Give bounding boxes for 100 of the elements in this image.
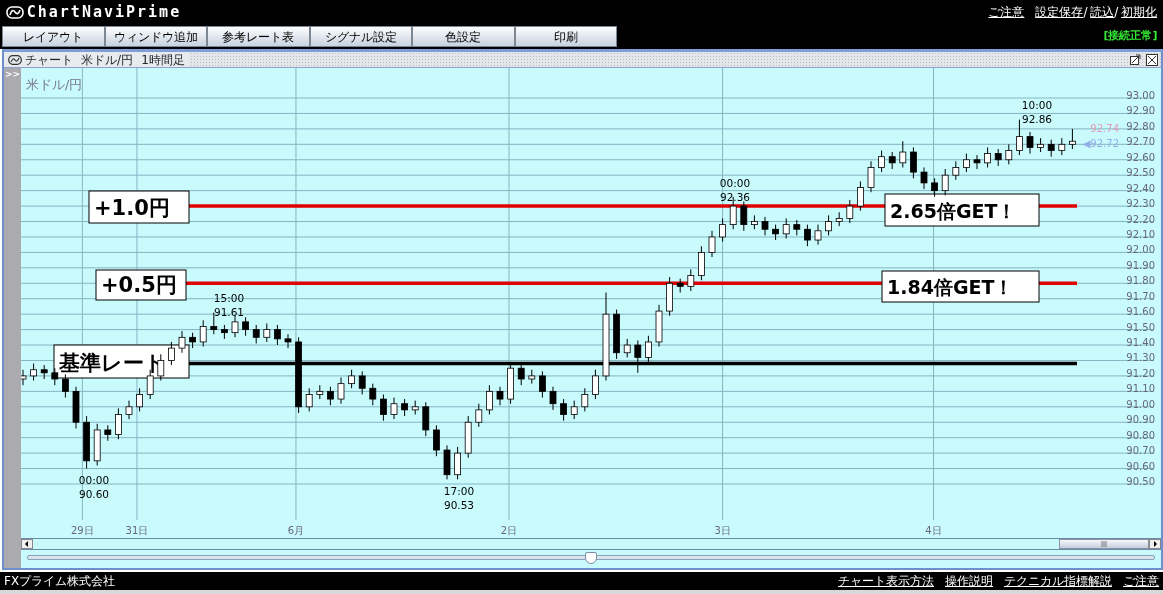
candle — [136, 387, 143, 412]
last-price-label: ◀92.72 — [1082, 138, 1119, 149]
price-label: 91.30 — [1126, 352, 1155, 364]
date-label: 2日 — [500, 525, 518, 536]
price-label: 92.30 — [1126, 198, 1155, 210]
price-label: 91.20 — [1126, 367, 1155, 379]
level-label: +0.5円 — [95, 269, 187, 301]
price-label: 90.70 — [1126, 445, 1155, 457]
price-annotation: 92.86 — [1021, 113, 1053, 125]
candle — [83, 415, 90, 470]
candle — [178, 330, 186, 354]
candle — [464, 415, 472, 459]
price-label: 92.50 — [1126, 167, 1155, 179]
candle — [931, 177, 938, 198]
level-label: +1.0円 — [88, 190, 190, 224]
footer-link[interactable]: テクニカル指標解説 — [1004, 572, 1112, 590]
candle — [698, 245, 705, 281]
link-separator: / — [1083, 4, 1088, 21]
candle — [793, 219, 801, 236]
date-label: 4日 — [925, 525, 942, 536]
price-annotation: 90.53 — [443, 499, 475, 511]
price-label: 91.80 — [1126, 275, 1155, 287]
candle — [1058, 137, 1066, 156]
candle — [93, 423, 101, 466]
candle — [772, 224, 779, 241]
toolbar-button[interactable]: 色設定 — [412, 26, 515, 47]
candle — [157, 353, 165, 382]
header-link[interactable]: ご注意 — [988, 3, 1025, 21]
candle — [570, 400, 578, 420]
price-label: 92.80 — [1126, 120, 1155, 132]
candle — [687, 268, 695, 292]
candle — [422, 401, 430, 437]
price-label: 92.00 — [1126, 244, 1155, 256]
time-label: 10:00 — [1021, 99, 1053, 111]
candle — [941, 168, 949, 196]
candle — [358, 370, 366, 395]
price-label: 91.00 — [1126, 398, 1155, 410]
candle — [655, 304, 663, 348]
candle — [952, 160, 960, 181]
date-label: 31日 — [125, 525, 149, 536]
candle — [782, 217, 790, 239]
footer-link[interactable]: チャート表示方法 — [838, 572, 934, 590]
candle — [496, 386, 504, 406]
candle — [835, 211, 843, 227]
toolbar-button[interactable]: レイアウト — [2, 26, 105, 47]
candle — [740, 200, 748, 232]
toolbar-button[interactable]: 参考レート表 — [207, 26, 310, 47]
candle — [30, 363, 37, 382]
candle — [623, 338, 631, 358]
chart-icon — [8, 54, 22, 65]
company-name: FXプライム株式会社 — [4, 573, 116, 590]
candle — [634, 339, 642, 374]
candle — [369, 383, 377, 406]
logo-icon — [6, 5, 24, 19]
symbol-label: 米ドル/円 — [26, 77, 83, 92]
date-label: 6月 — [287, 525, 305, 536]
candle — [825, 214, 832, 236]
candle — [401, 398, 408, 417]
candle — [411, 400, 419, 415]
toolbar-button[interactable]: 印刷 — [514, 26, 617, 47]
header-link[interactable]: 初期化 — [1121, 3, 1157, 21]
candle — [274, 324, 281, 346]
header-link[interactable]: 設定保存 — [1035, 3, 1084, 21]
candle — [1005, 143, 1013, 165]
time-label: 00:00 — [719, 177, 751, 189]
scroll-thumb[interactable] — [1059, 539, 1149, 549]
header-link[interactable]: 読込 — [1090, 3, 1115, 21]
candle — [72, 386, 80, 429]
price-label: 91.60 — [1126, 306, 1155, 318]
toolbar-button[interactable]: シグナル設定 — [309, 26, 412, 47]
footer-link[interactable]: ご注意 — [1123, 572, 1159, 590]
candle — [888, 151, 896, 170]
link-separator: / — [1114, 4, 1119, 21]
candle — [380, 393, 387, 422]
candle — [115, 407, 122, 440]
candle — [539, 370, 546, 399]
popout-icon[interactable] — [1129, 54, 1141, 65]
candle — [645, 335, 652, 363]
candle — [104, 424, 112, 442]
candle — [252, 324, 260, 344]
date-label: 3日 — [714, 525, 731, 536]
slider-thumb[interactable] — [585, 552, 597, 564]
close-icon[interactable] — [1146, 53, 1159, 66]
candle — [549, 386, 557, 411]
candle — [40, 364, 48, 380]
candle — [581, 387, 589, 412]
toolbar-button[interactable]: ウィンドウ追加 — [104, 26, 207, 47]
candle — [475, 403, 483, 428]
footer-link[interactable]: 操作説明 — [945, 572, 993, 590]
price-label: 92.70 — [1126, 136, 1155, 148]
window-title: チャート — [24, 51, 73, 69]
candle — [613, 309, 620, 360]
candle — [878, 150, 885, 173]
price-label: 92.60 — [1126, 151, 1155, 163]
scroll-right-button[interactable] — [1149, 539, 1161, 549]
candle — [973, 154, 981, 170]
price-label: 90.90 — [1126, 414, 1155, 426]
price-annotation: 90.60 — [78, 488, 110, 500]
scroll-left-button[interactable] — [21, 539, 33, 549]
candle — [1026, 131, 1034, 155]
